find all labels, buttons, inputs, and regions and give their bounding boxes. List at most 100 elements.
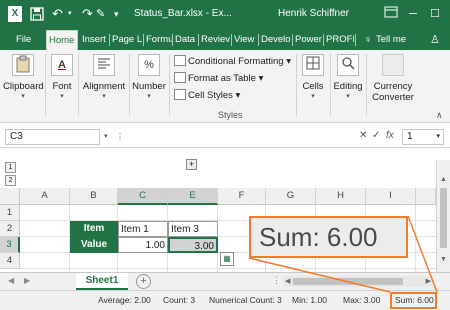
outline-level-2-button[interactable]: 2 bbox=[5, 175, 16, 186]
row-header-3[interactable]: 3 bbox=[0, 237, 20, 253]
chevron-down-icon: ▾ bbox=[311, 93, 315, 100]
chevron-down-icon: ▾ bbox=[346, 93, 350, 100]
insert-function-icon[interactable]: fx bbox=[386, 130, 394, 141]
cell-e2[interactable]: Item 3 bbox=[168, 221, 218, 237]
cell-c2[interactable]: Item 1 bbox=[118, 221, 168, 237]
chevron-down-icon: ▾ bbox=[147, 93, 151, 100]
horizontal-scrollbar[interactable]: ◀ ▶ bbox=[283, 276, 433, 287]
tab-profi[interactable]: PROFI bbox=[324, 30, 354, 50]
tab-split-handle-icon[interactable]: ⋮ bbox=[272, 275, 281, 286]
currency-converter-label: Currency Converter bbox=[372, 81, 414, 103]
cells-label: Cells bbox=[302, 81, 324, 92]
number-label: Number bbox=[132, 81, 166, 92]
cell-styles-button[interactable]: Cell Styles ▾ bbox=[174, 88, 240, 104]
status-numerical-count[interactable]: Numerical Count: 3 bbox=[209, 295, 282, 305]
scroll-right-icon[interactable]: ▶ bbox=[426, 276, 431, 287]
lightbulb-icon[interactable]: ♀ bbox=[362, 30, 372, 50]
select-all-corner[interactable] bbox=[0, 188, 20, 205]
column-header-e[interactable]: E bbox=[168, 188, 218, 205]
editing-label: Editing bbox=[333, 81, 363, 92]
column-header-g[interactable]: G bbox=[266, 188, 316, 205]
sheet-prev-icon[interactable]: ◀ bbox=[8, 276, 14, 285]
group-separator bbox=[330, 54, 331, 116]
add-sheet-button[interactable]: + bbox=[136, 274, 151, 289]
cancel-icon[interactable]: ✕ bbox=[359, 130, 367, 141]
tab-page-layout[interactable]: Page L bbox=[110, 30, 142, 50]
collapse-ribbon-icon[interactable]: ∧ bbox=[436, 110, 443, 121]
undo-icon[interactable]: ↶ bbox=[52, 6, 66, 22]
scroll-up-icon[interactable]: ▲ bbox=[440, 176, 447, 183]
format-as-table-button[interactable]: Format as Table ▾ bbox=[174, 71, 263, 87]
vertical-scrollbar[interactable]: ▲ ▼ bbox=[436, 160, 450, 272]
number-group[interactable]: % Number ▾ bbox=[131, 54, 167, 101]
cell-e3[interactable]: 3.00 bbox=[168, 237, 218, 253]
column-header-b[interactable]: B bbox=[70, 188, 118, 205]
cell-b3[interactable]: Value bbox=[70, 237, 118, 253]
column-header-i[interactable]: I bbox=[366, 188, 416, 205]
redo-icon[interactable]: ↷ bbox=[82, 6, 96, 22]
sheet-next-icon[interactable]: ▶ bbox=[24, 276, 30, 285]
tab-power[interactable]: Power bbox=[293, 30, 322, 50]
font-group[interactable]: A Font ▾ bbox=[48, 54, 76, 101]
maximize-icon[interactable]: ☐ bbox=[426, 6, 444, 22]
status-max[interactable]: Max: 3.00 bbox=[343, 295, 380, 305]
clipboard-group[interactable]: Clipboard ▾ bbox=[3, 54, 44, 101]
scroll-left-icon[interactable]: ◀ bbox=[285, 276, 290, 287]
tab-view[interactable]: View bbox=[232, 30, 257, 50]
alignment-group[interactable]: Alignment ▾ bbox=[80, 54, 128, 101]
gridline bbox=[20, 268, 436, 269]
row-header-4[interactable]: 4 bbox=[0, 253, 20, 269]
row-header-1[interactable]: 1 bbox=[0, 205, 20, 221]
outline-expand-button[interactable]: + bbox=[186, 159, 197, 170]
chevron-down-icon: ▾ bbox=[102, 93, 106, 100]
cell-c3[interactable]: 1.00 bbox=[118, 237, 168, 253]
conditional-formatting-button[interactable]: Conditional Formatting ▾ bbox=[174, 54, 291, 70]
scroll-down-icon[interactable]: ▼ bbox=[440, 256, 447, 263]
tab-review[interactable]: Reviev bbox=[199, 30, 230, 50]
share-person-icon[interactable]: ♙ bbox=[428, 30, 444, 50]
formula-input[interactable]: 1 ▾ bbox=[402, 129, 444, 145]
sheet-tab-sheet1[interactable]: Sheet1 bbox=[76, 273, 128, 290]
more-options-icon[interactable]: ⋮ bbox=[116, 132, 124, 141]
alignment-icon bbox=[93, 54, 115, 76]
status-count[interactable]: Count: 3 bbox=[163, 295, 195, 305]
tell-me-search[interactable]: Tell me bbox=[374, 30, 410, 50]
clipboard-icon bbox=[12, 54, 34, 76]
tab-home[interactable]: Home bbox=[46, 30, 78, 50]
status-bar[interactable]: Average: 2.00 Count: 3 Numerical Count: … bbox=[0, 290, 450, 310]
quick-analysis-icon[interactable]: ▦ bbox=[220, 252, 234, 266]
column-header-h[interactable]: H bbox=[316, 188, 366, 205]
percent-icon: % bbox=[138, 54, 160, 76]
user-name[interactable]: Henrik Schiffner bbox=[278, 8, 349, 19]
row-header-2[interactable]: 2 bbox=[0, 221, 20, 237]
clipboard-label: Clipboard bbox=[3, 81, 44, 92]
cell-b2[interactable]: Item bbox=[70, 221, 118, 237]
tab-developer[interactable]: Develo bbox=[259, 30, 291, 50]
cells-group[interactable]: Cells ▾ bbox=[298, 54, 328, 101]
name-box[interactable]: C3 bbox=[5, 129, 100, 145]
tab-data[interactable]: Data bbox=[173, 30, 197, 50]
currency-converter-group[interactable]: Currency Converter bbox=[368, 54, 418, 103]
cell-styles-icon bbox=[174, 89, 186, 100]
save-icon[interactable] bbox=[30, 6, 44, 22]
column-header-c[interactable]: C bbox=[118, 188, 168, 205]
tab-insert[interactable]: Insert bbox=[80, 30, 108, 50]
column-header-f[interactable]: F bbox=[218, 188, 266, 205]
status-min[interactable]: Min: 1.00 bbox=[292, 295, 327, 305]
column-header-a[interactable]: A bbox=[20, 188, 70, 205]
horizontal-scroll-thumb[interactable] bbox=[293, 278, 403, 285]
ribbon-display-options-icon[interactable] bbox=[382, 6, 400, 22]
font-icon: A bbox=[51, 54, 73, 76]
tab-file[interactable]: File bbox=[14, 30, 36, 50]
enter-icon[interactable]: ✓ bbox=[372, 130, 380, 141]
editing-group[interactable]: Editing ▾ bbox=[332, 54, 364, 101]
undo-dropdown-icon[interactable]: ▾ bbox=[68, 6, 82, 22]
format-painter-icon[interactable]: ✎ bbox=[96, 6, 110, 22]
vertical-scroll-thumb[interactable] bbox=[440, 188, 447, 248]
status-average[interactable]: Average: 2.00 bbox=[98, 295, 151, 305]
customize-toolbar-icon[interactable]: ▾ bbox=[114, 6, 128, 22]
name-box-dropdown-icon[interactable]: ▾ bbox=[104, 132, 108, 140]
minimize-icon[interactable]: ─ bbox=[404, 6, 422, 22]
outline-level-1-button[interactable]: 1 bbox=[5, 162, 16, 173]
tab-formulas[interactable]: Formu bbox=[144, 30, 172, 50]
